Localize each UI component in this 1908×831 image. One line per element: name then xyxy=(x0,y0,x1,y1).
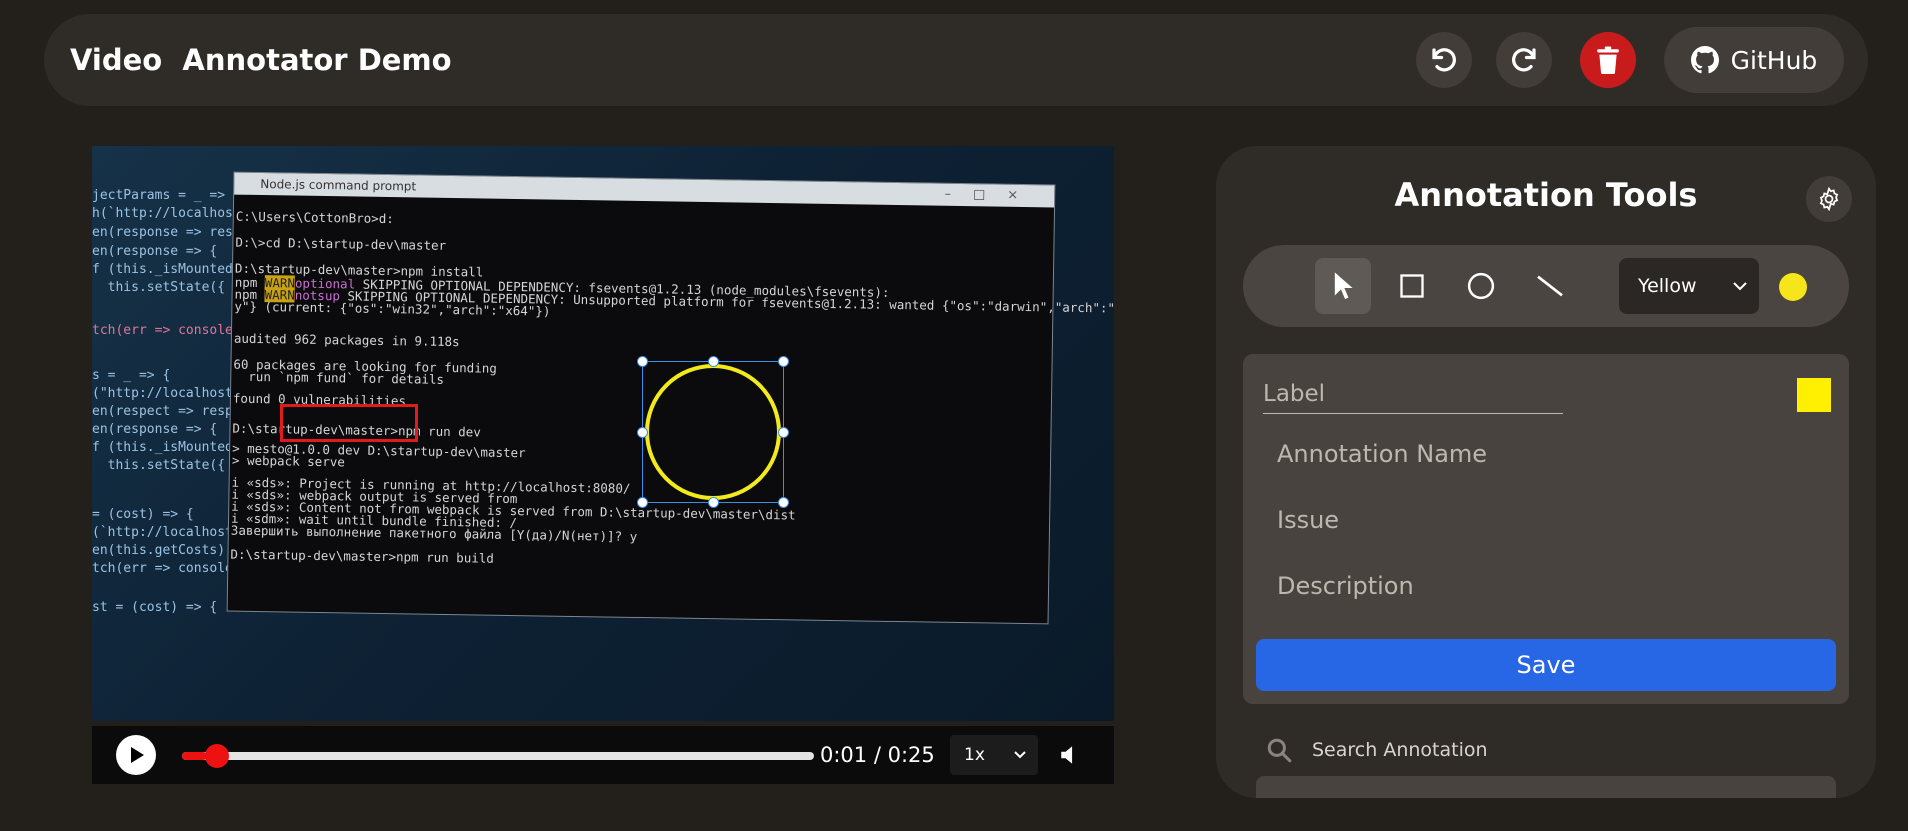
terminal-line: D:\>cd D:\startup-dev\master xyxy=(235,234,447,253)
resize-handle[interactable] xyxy=(637,427,648,438)
settings-button[interactable] xyxy=(1806,176,1852,222)
resize-handle[interactable] xyxy=(778,427,789,438)
circle-tool-button[interactable] xyxy=(1453,258,1509,314)
code-line: ("http://localhost: xyxy=(92,386,241,401)
annotation-name-input[interactable]: Annotation Name xyxy=(1277,440,1487,468)
annotation-list-item[interactable] xyxy=(1256,776,1836,798)
code-line: s = _ => { xyxy=(92,368,171,383)
pointer-icon xyxy=(1334,272,1353,299)
time-separator: / xyxy=(873,743,881,767)
terminal-line: run `npm fund` for details xyxy=(233,368,445,387)
time-display: 0:01 / 0:25 xyxy=(820,726,935,784)
terminal-title: Node.js command prompt xyxy=(260,176,417,194)
annotation-tools-panel: Annotation Tools Yellow Label Annotation… xyxy=(1216,146,1876,798)
select-tool-button[interactable] xyxy=(1315,258,1371,314)
circle-annotation[interactable] xyxy=(637,356,789,508)
video-controls: 0:01 / 0:25 1x xyxy=(92,726,1114,784)
code-line: f (this._isMounted) xyxy=(92,262,241,277)
play-icon xyxy=(131,747,144,763)
rectangle-tool-button[interactable] xyxy=(1384,258,1440,314)
terminal-line: D:\startup-dev\master>npm run build xyxy=(230,546,494,566)
search-input[interactable]: Search Annotation xyxy=(1312,739,1488,761)
seek-handle[interactable] xyxy=(205,744,230,768)
resize-handle[interactable] xyxy=(778,356,789,367)
speaker-icon xyxy=(1061,746,1073,764)
active-color-indicator xyxy=(1779,273,1807,301)
playback-speed-select[interactable]: 1x xyxy=(950,735,1038,775)
resize-handle[interactable] xyxy=(778,497,789,508)
code-line: h(`http://localhost: xyxy=(92,206,249,221)
chevron-down-icon xyxy=(1012,735,1028,790)
save-button[interactable]: Save xyxy=(1256,639,1836,691)
undo-icon xyxy=(1432,48,1456,72)
rectangle-annotation[interactable] xyxy=(280,404,418,442)
code-line: en(respect => respo xyxy=(92,404,241,419)
resize-handle[interactable] xyxy=(637,497,648,508)
terminal-window: Node.js command prompt –□× C:\Users\Cott… xyxy=(226,171,1114,625)
code-line: en(this.getCosts) xyxy=(92,543,226,558)
terminal-line: C:\Users\CottonBro>d: xyxy=(235,208,394,227)
circle-icon xyxy=(1467,272,1495,300)
chevron-down-icon xyxy=(1731,258,1749,336)
speed-value: 1x xyxy=(964,745,985,765)
annotation-form: Label Annotation Name Issue Description … xyxy=(1243,354,1849,704)
panel-title: Annotation Tools xyxy=(1394,176,1698,214)
code-line: f (this._isMounted) xyxy=(92,440,241,455)
drawing-toolbar: Yellow xyxy=(1243,245,1849,327)
code-line: en(response => { xyxy=(92,244,218,259)
undo-button[interactable] xyxy=(1416,32,1472,88)
code-line: = (cost) => { xyxy=(92,507,194,522)
github-label: GitHub xyxy=(1730,45,1818,75)
trash-icon xyxy=(1597,46,1619,74)
color-select[interactable]: Yellow xyxy=(1619,258,1759,314)
code-line: st = (cost) => { xyxy=(92,600,218,615)
line-tool-button[interactable] xyxy=(1522,258,1578,314)
code-line: (`http://localhost: xyxy=(92,525,241,540)
color-select-value: Yellow xyxy=(1638,275,1697,297)
app-header: Video Annotator Demo GitHub xyxy=(44,14,1868,106)
code-line: jectParams = _ => { xyxy=(92,188,241,203)
volume-button[interactable] xyxy=(1058,742,1084,772)
duration: 0:25 xyxy=(887,743,935,767)
app-title: Video Annotator Demo xyxy=(70,43,452,77)
code-line: tch(err => console. xyxy=(92,323,241,338)
redo-button[interactable] xyxy=(1496,32,1552,88)
play-button[interactable] xyxy=(116,735,156,775)
code-line: en(response => { xyxy=(92,422,218,437)
seek-progress xyxy=(182,752,208,760)
search-bar[interactable]: Search Annotation xyxy=(1266,730,1846,770)
code-line: this.setState({ pr xyxy=(92,280,249,295)
github-icon xyxy=(1690,46,1719,74)
current-time: 0:01 xyxy=(820,743,868,767)
delete-button[interactable] xyxy=(1580,32,1636,88)
rectangle-icon xyxy=(1400,274,1424,298)
github-button[interactable]: GitHub xyxy=(1664,27,1844,93)
terminal-line: Завершить выполнение пакетного файла [Y(… xyxy=(230,522,638,544)
resize-handle[interactable] xyxy=(708,497,719,508)
redo-icon xyxy=(1512,48,1536,72)
resize-handle[interactable] xyxy=(708,356,719,367)
window-controls-icon: –□× xyxy=(944,186,1041,204)
circle-shape xyxy=(645,364,781,500)
search-icon xyxy=(1267,738,1292,763)
gear-icon xyxy=(1819,186,1839,212)
terminal-line: > webpack serve xyxy=(231,452,345,470)
terminal-line: audited 962 packages in 9.118s xyxy=(233,330,460,350)
resize-handle[interactable] xyxy=(637,356,648,367)
code-line: this.setState({ pr xyxy=(92,458,249,473)
label-color-swatch[interactable] xyxy=(1797,378,1831,412)
line-icon xyxy=(1537,275,1563,297)
seek-bar[interactable] xyxy=(182,744,814,768)
label-input[interactable]: Label xyxy=(1263,374,1563,414)
code-line: en(response => resp xyxy=(92,225,241,240)
video-canvas[interactable]: jectParams = _ => { h(`http://localhost: e… xyxy=(92,146,1114,721)
issue-input[interactable]: Issue xyxy=(1277,506,1339,534)
description-input[interactable]: Description xyxy=(1277,572,1414,600)
